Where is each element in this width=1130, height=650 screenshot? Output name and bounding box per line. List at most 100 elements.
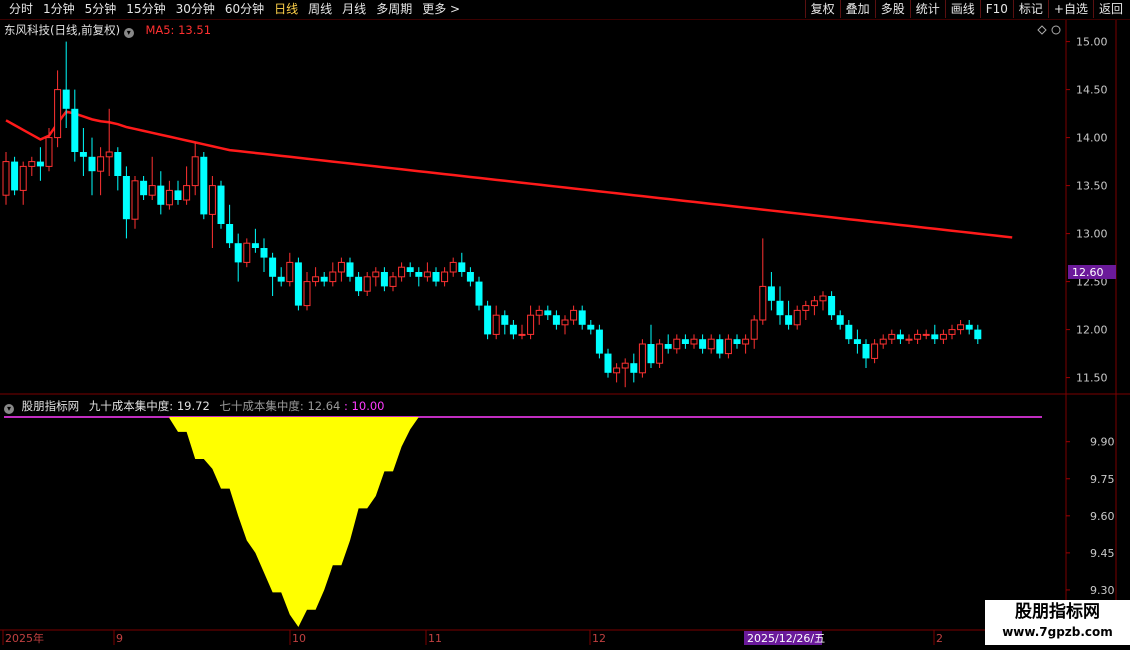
candle-body-down [552,315,560,325]
candle-body-down [681,339,689,344]
candle-body-up [337,261,345,273]
candle-body-up [656,343,664,364]
candle-body-down [114,152,122,176]
candle-body-down [415,272,423,277]
candle-body-down [140,180,148,196]
candle-body-up [54,89,62,139]
candle-body-up [243,242,251,263]
candle-body-down [578,310,586,325]
candle-body-up [312,276,320,283]
candle-body-down [234,243,242,263]
candle-body-down [785,315,793,325]
candle-body-up [802,305,810,311]
price-tick-label: 15.00 [1076,36,1108,49]
candle-body-up [148,185,156,196]
candle-body-up [492,314,500,335]
candle-body-up [759,285,767,321]
candle-body-up [914,333,922,340]
side-panel-strip[interactable] [1117,20,1130,632]
watermark-url: www.7gpzb.com [1002,625,1113,639]
candle-body-up [165,189,173,206]
candle-body-down [828,296,836,316]
candle-body-down [294,262,302,306]
candle-body-down [79,152,87,157]
candle-body-down [157,185,165,205]
candle-body-up [191,156,199,187]
current-price-label: 12.60 [1072,266,1104,279]
watermark: 股朋指标网 www.7gpzb.com [985,600,1130,645]
date-label: 12 [592,632,606,645]
candle-body-up [329,271,337,283]
candle-body-up [389,276,397,287]
price-tick-label: 13.00 [1076,228,1108,241]
ma5-line-layer [5,110,1013,239]
candle-body-down [260,248,268,258]
candle-body-down [544,310,552,316]
candle-body-down [174,190,182,200]
candle-body-down [320,276,328,282]
date-label: 2025年 [5,631,44,645]
candle-body-down [217,185,225,224]
price-tick-label: 12.00 [1076,324,1108,337]
candle-body-up [131,180,139,220]
candle-body-down [458,262,466,272]
candle-body-up [363,276,371,292]
candle-body-up [819,295,827,302]
candle-body-up [613,367,621,374]
date-label: 9 [116,632,123,645]
date-highlight-label: 2025/12/26/五 [747,632,825,645]
candle-body-down [595,329,603,354]
candle-body-down [501,315,509,325]
stock-chart[interactable]: 15.0014.5014.0013.5013.0012.5012.0011.50… [0,0,1130,650]
candle-body-up [888,333,896,340]
candle-body-up [449,261,457,273]
candle-body-down [965,324,973,330]
candle-body-up [638,343,646,374]
settings-icon [1051,25,1061,35]
candle-body-up [208,185,216,215]
candle-body-up [707,338,715,350]
candle-body-down [71,108,79,152]
candle-body-down [931,334,939,340]
candle-body-down [604,353,612,373]
candle-body-down [88,156,96,172]
diamond-icon [1037,25,1047,35]
price-tick-label: 11.50 [1076,372,1108,385]
date-label: 11 [428,632,442,645]
candle-body-up [183,185,191,201]
candle-body-down [664,344,672,349]
candle-body-up [527,314,535,335]
candle-body-up [303,281,311,307]
candle-body-down [896,334,904,340]
indicator-tick-label: 9.45 [1090,547,1115,560]
candle-body-down [974,329,982,340]
candle-body-down [432,272,440,282]
date-label: 2 [936,632,943,645]
indicator-tick-label: 9.30 [1090,584,1115,597]
candle-body-up [939,333,947,340]
candle-body-up [948,329,956,335]
candle-body-down [269,257,277,277]
candle-body-down [733,339,741,344]
indicator-tick-label: 9.75 [1090,473,1115,486]
candle-body-down [355,276,363,292]
candle-body-up [690,338,698,345]
candle-body-down [862,344,870,359]
candle-body-down [475,281,483,306]
candle-body-up [561,319,569,326]
candle-body-up [423,271,431,278]
candle-body-down [716,339,724,354]
axes-layer: 15.0014.5014.0013.5013.0012.5012.0011.50… [2,25,1116,645]
candle-body-down [853,339,861,344]
candle-body-up [518,333,526,336]
candles-layer [2,41,982,388]
candle-body-up [286,261,294,283]
candle-body-up [957,324,965,331]
candle-body-down [767,286,775,301]
candle-body-down [647,344,655,364]
candle-body-down [251,243,259,248]
candle-body-up [2,161,10,196]
candle-body-down [699,339,707,349]
candle-body-down [587,324,595,330]
candle-body-down [484,305,492,335]
